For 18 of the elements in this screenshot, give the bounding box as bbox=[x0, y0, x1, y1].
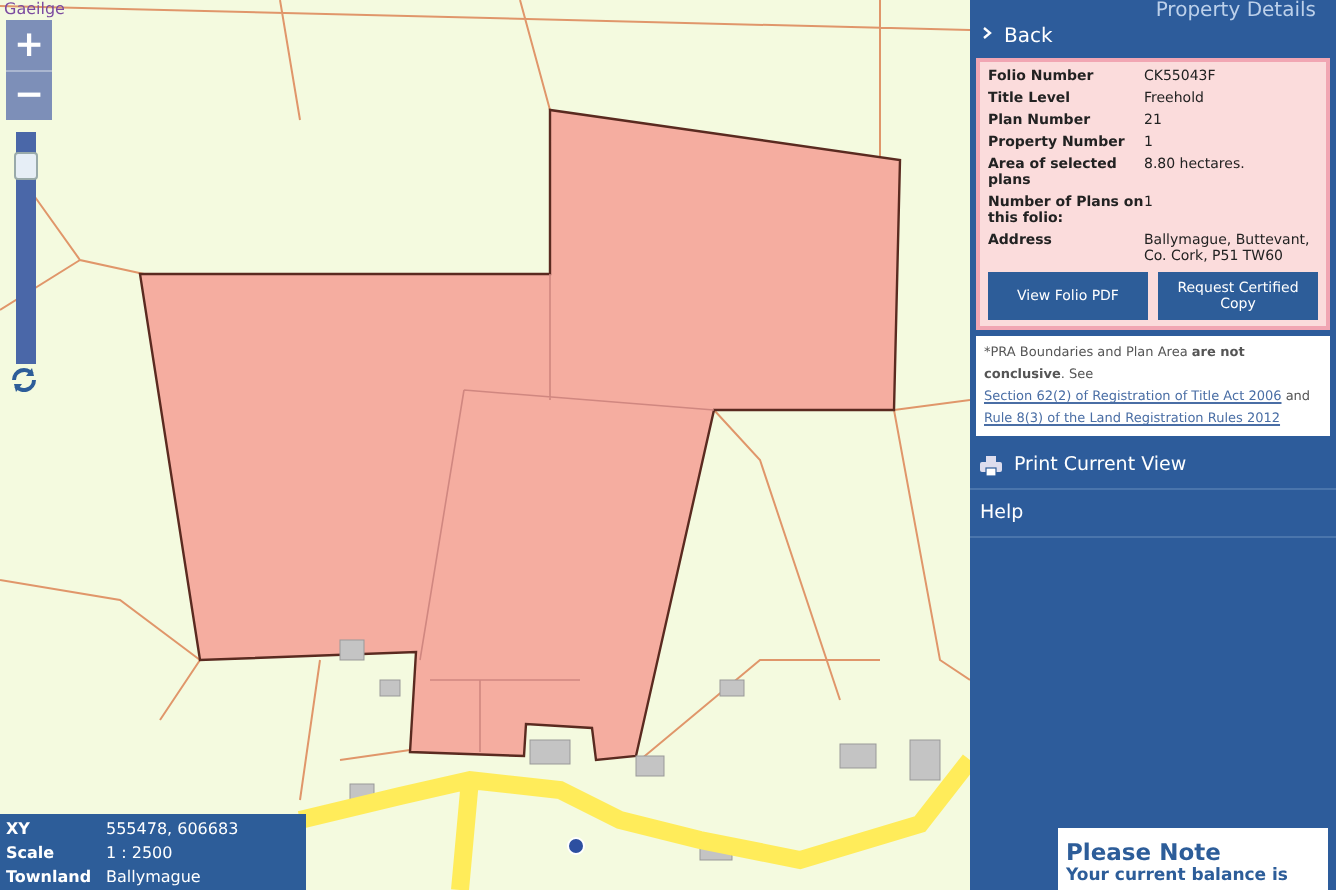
print-menu-item[interactable]: Print Current View bbox=[970, 442, 1336, 490]
info-value: 1 : 2500 bbox=[106, 844, 175, 862]
back-button[interactable]: Back bbox=[970, 22, 1336, 58]
notice-text: Your current balance is bbox=[1066, 866, 1290, 888]
info-label: XY bbox=[6, 820, 32, 838]
info-value: Ballymague bbox=[106, 868, 203, 886]
zoom-slider[interactable] bbox=[16, 132, 36, 364]
chevron-icon bbox=[982, 26, 992, 40]
notice-title: Please Note bbox=[1066, 838, 1223, 866]
location-marker-icon bbox=[567, 837, 585, 855]
slider-handle[interactable] bbox=[14, 152, 38, 181]
info-label: Townland bbox=[6, 868, 94, 886]
panel-title: Property Details bbox=[1153, 0, 1318, 22]
help-menu-item[interactable]: Help bbox=[970, 490, 1336, 538]
refresh-icon[interactable] bbox=[10, 366, 38, 394]
info-label: Scale bbox=[6, 844, 57, 862]
info-value: 555478, 606683 bbox=[106, 820, 241, 838]
printer-icon bbox=[980, 455, 1002, 475]
